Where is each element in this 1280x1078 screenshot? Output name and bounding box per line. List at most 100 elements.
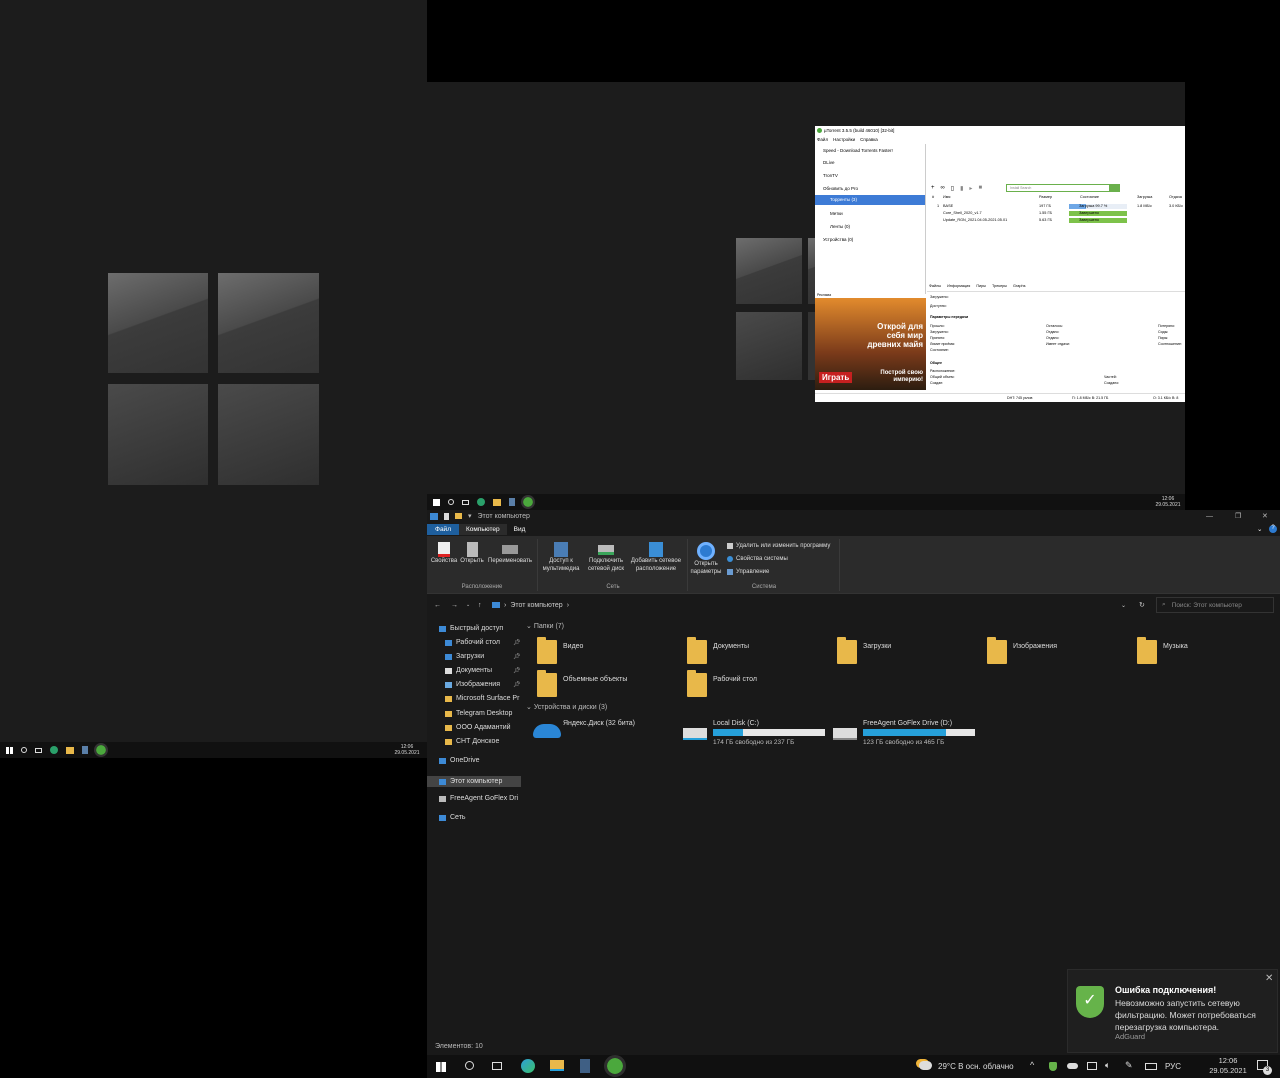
minimize-button[interactable]: — [1206,513,1213,520]
up-icon[interactable]: ↑ [478,602,482,609]
drive-item[interactable]: FreeAgent GoFlex Drive (D:) 123 ГБ свобод… [833,720,983,752]
help-icon[interactable]: ? [1269,525,1277,533]
weather-text[interactable]: 29°C В осн. облачно [938,1062,1014,1071]
task-view-icon[interactable] [462,499,469,505]
nav-item-9[interactable]: OneDrive [439,757,480,764]
weather-icon[interactable] [919,1061,932,1070]
nav-item-3[interactable]: Документы 📌︎ [445,667,521,674]
close-button[interactable]: ✕ [1262,512,1268,520]
onedrive-tray-icon[interactable] [1067,1063,1078,1069]
sidebar-item-pro[interactable]: Обновить до Pro [823,186,858,191]
utorrent-icon[interactable] [604,1055,626,1077]
edge-icon[interactable] [477,498,485,506]
search-icon[interactable] [21,747,27,753]
search-icon[interactable] [448,499,454,505]
folder-item[interactable]: Документы [687,637,749,664]
folder-item[interactable]: Загрузки [837,637,891,664]
explorer-icon[interactable] [550,1060,564,1071]
explorer-icon[interactable] [66,746,74,754]
back-icon[interactable]: ← [434,602,441,609]
ribbon-btn-open-settings[interactable]: Открыть параметры [689,542,723,576]
tab-info[interactable]: Информация [947,284,970,291]
task-view-icon[interactable] [492,1062,502,1070]
nav-item-2[interactable]: Загрузки 📌︎ [445,653,521,660]
utorrent-icon[interactable] [94,743,108,757]
adguard-toast[interactable]: ✕ ✓ Ошибка подключения! Невозможно запус… [1067,969,1278,1053]
nav-item-1[interactable]: Рабочий стол 📌︎ [445,639,521,646]
menu-file[interactable]: Файл [817,137,828,142]
ribbon-link-system-properties[interactable]: Свойства системы [727,556,788,562]
adguard-tray-icon[interactable] [1049,1062,1057,1071]
volume-icon[interactable]: 🔈︎ [1105,1060,1110,1071]
address-bar[interactable]: › Этот компьютер › [489,597,1129,613]
nav-item-10[interactable]: Этот компьютер [427,776,521,787]
nav-item-5[interactable]: Microsoft Surface Pr [445,695,519,702]
keyboard-icon[interactable] [1145,1063,1157,1070]
folder-item[interactable]: Музыка [1137,637,1188,664]
nav-item-0[interactable]: Быстрый доступ [439,625,503,632]
ad-play-button[interactable]: Играть [819,372,853,383]
nav-item-7[interactable]: ООО Адамантий [445,724,511,731]
sidebar-item-trontv[interactable]: TronTV [823,173,838,178]
ribbon-tab-computer[interactable]: Компьютер [458,524,507,535]
ribbon-link-manage[interactable]: Управление [727,569,769,575]
calculator-icon[interactable] [509,498,515,506]
sidebar-item-speed[interactable]: Speed - Download Torrents Faster! [823,148,893,153]
sidebar-item-torrents[interactable]: Торренты (3) [815,195,925,205]
address-dropdown-icon[interactable]: ⌄ [1121,602,1126,609]
calculator-icon[interactable] [580,1059,590,1073]
calculator-icon[interactable] [82,746,88,754]
network-tray-icon[interactable] [1087,1062,1097,1070]
folders-group-header[interactable]: ⌄ Папки (7) [526,622,564,630]
toast-close-icon[interactable]: ✕ [1265,973,1273,984]
tray-overflow-icon[interactable]: ^ [1030,1060,1034,1070]
drive-item[interactable]: Local Disk (C:) 174 ГБ свободно из 237 ГБ [683,720,833,752]
torrent-row[interactable]: Update_RGN_2021.04.05-2021.05.01 5.63 ГБ З… [929,218,1185,225]
search-icon[interactable] [465,1061,474,1070]
search-button[interactable] [1110,184,1121,192]
search-box[interactable]: ⌕ Поиск: Этот компьютер [1156,597,1274,613]
ribbon-btn-open[interactable]: Открыть [459,542,485,565]
sidebar-item-feeds[interactable]: Ленты (0) [830,224,850,229]
forward-icon[interactable]: → [451,602,458,609]
tab-trackers[interactable]: Трекеры [992,284,1007,291]
nav-item-8[interactable]: СНТ Донское [445,738,499,745]
stop-icon[interactable]: ■ [978,185,982,191]
utorrent-icon[interactable] [521,495,535,509]
explorer-icon[interactable] [493,498,501,506]
ribbon-link-uninstall[interactable]: Удалить или изменить программу [727,543,830,549]
ribbon-btn-map-drive[interactable]: Подключить сетевой диск [584,542,628,573]
sidebar-item-labels[interactable]: Метки [830,211,843,216]
recent-dropdown-icon[interactable]: ⌄ [466,602,470,608]
create-torrent-icon[interactable]: ▯ [951,185,954,192]
language-indicator[interactable]: РУС [1165,1062,1181,1071]
nav-item-12[interactable]: Сеть [439,814,466,821]
start-icon[interactable]: ▸ [969,185,972,192]
nav-item-6[interactable]: Telegram Desktop [445,710,512,717]
tab-graphs[interactable]: Graphs [1013,284,1025,291]
new-folder-quick-icon[interactable] [455,513,462,519]
edge-icon[interactable] [50,746,58,754]
devices-group-header[interactable]: ⌄ Устройства и диски (3) [526,703,607,711]
ribbon-tab-view[interactable]: Вид [507,524,533,535]
torrent-row[interactable]: Core_Shell_2020_v1.7 1.55 ГБ Завершено [929,211,1185,218]
maximize-button[interactable]: ❐ [1235,512,1241,520]
sidebar-item-dlive[interactable]: DLive [823,160,835,165]
nav-item-11[interactable]: FreeAgent GoFlex Dri [439,795,518,802]
pen-icon[interactable]: ✎ [1125,1060,1133,1071]
torrent-row[interactable]: 1 BASE 197 ГБ Загрузка 99.7 % 1.8 МБ/с 3.0 КБ… [929,204,1185,211]
ribbon-btn-properties[interactable]: Свойства [429,542,459,565]
edge-icon[interactable] [521,1059,535,1073]
start-icon[interactable] [6,746,13,754]
tab-files[interactable]: Файлы [929,284,941,291]
ribbon-tab-file[interactable]: Файл [427,524,459,535]
ad-banner[interactable]: Открой для себя мир древних майя Играть … [815,298,926,390]
add-link-icon[interactable]: ∞ [941,185,945,191]
folder-item[interactable]: Изображения [987,637,1057,664]
refresh-icon[interactable]: ↻ [1139,601,1145,609]
task-view-icon[interactable] [35,747,42,753]
ribbon-btn-add-location[interactable]: Добавить сетевое расположение [629,542,683,573]
menu-settings[interactable]: Настройки [833,137,855,142]
add-torrent-icon[interactable]: + [931,185,935,191]
ribbon-btn-rename[interactable]: Переименовать [485,542,535,565]
